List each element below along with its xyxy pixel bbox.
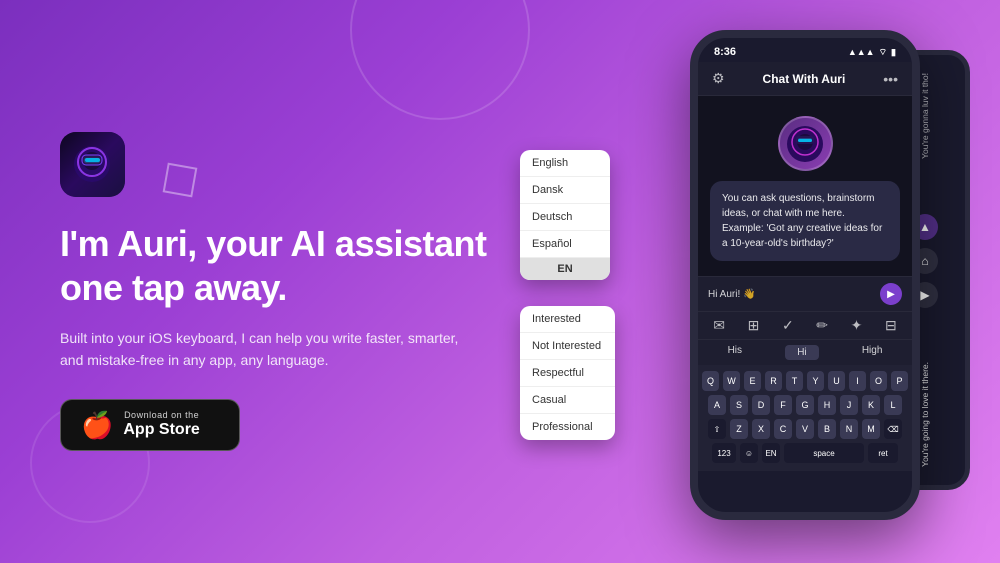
kb-A[interactable]: A bbox=[708, 395, 726, 415]
lang-dansk[interactable]: Dansk bbox=[520, 177, 610, 204]
word-suggestions: His Hi High bbox=[698, 339, 912, 365]
kb-U[interactable]: U bbox=[828, 371, 845, 391]
status-bar: 8:36 ▲▲▲ ⌔ ▮ bbox=[698, 38, 912, 62]
phone-main: 8:36 ▲▲▲ ⌔ ▮ ⚙ Chat With Auri ••• bbox=[690, 30, 920, 520]
kb-M[interactable]: M bbox=[862, 419, 880, 439]
kb-J[interactable]: J bbox=[840, 395, 858, 415]
kb-space[interactable]: space bbox=[784, 443, 864, 463]
chat-area: You can ask questions, brainstorm ideas,… bbox=[698, 96, 912, 276]
kb-EN[interactable]: EN bbox=[762, 443, 780, 463]
kb-row-4: 123 ☺ EN space ret bbox=[702, 443, 908, 463]
kb-N[interactable]: N bbox=[840, 419, 858, 439]
subtext: Built into your iOS keyboard, I can help… bbox=[60, 327, 460, 372]
tool-grid[interactable]: ⊟ bbox=[885, 317, 897, 334]
kb-H[interactable]: H bbox=[818, 395, 836, 415]
phone-header: ⚙ Chat With Auri ••• bbox=[698, 62, 912, 96]
app-store-text: Download on the App Store bbox=[123, 410, 199, 439]
kb-emoji[interactable]: ☺ bbox=[740, 443, 758, 463]
more-icon[interactable]: ••• bbox=[883, 71, 898, 87]
kb-shift[interactable]: ⇧ bbox=[708, 419, 726, 439]
kb-Z[interactable]: Z bbox=[730, 419, 748, 439]
kb-delete[interactable]: ⌫ bbox=[884, 419, 902, 439]
battery-icon: ▮ bbox=[891, 47, 896, 58]
tool-mail[interactable]: ✉ bbox=[713, 317, 725, 334]
app-icon-inner bbox=[60, 132, 125, 197]
tone-interested[interactable]: Interested bbox=[520, 306, 615, 333]
apple-icon: 🍎 bbox=[81, 412, 113, 438]
kb-T[interactable]: T bbox=[786, 371, 803, 391]
keyboard-tools: ✉ ⊞ ✓ ✏ ✦ ⊟ bbox=[698, 311, 912, 339]
status-time: 8:36 bbox=[714, 46, 736, 58]
kb-row-1: Q W E R T Y U I O P bbox=[702, 371, 908, 391]
headline: I'm Auri, your AI assistantone tap away. bbox=[60, 222, 540, 308]
kb-L[interactable]: L bbox=[884, 395, 902, 415]
kb-return[interactable]: ret bbox=[868, 443, 898, 463]
wifi-icon: ⌔ bbox=[879, 47, 887, 58]
lang-card: English Dansk Deutsch Español EN bbox=[520, 150, 610, 280]
kb-X[interactable]: X bbox=[752, 419, 770, 439]
lang-deutsch[interactable]: Deutsch bbox=[520, 204, 610, 231]
tone-card: Interested Not Interested Respectful Cas… bbox=[520, 306, 615, 440]
chat-bubble: You can ask questions, brainstorm ideas,… bbox=[710, 181, 900, 261]
suggestion-1[interactable]: His bbox=[728, 345, 742, 360]
signal-icon: ▲▲▲ bbox=[848, 47, 875, 57]
phone-area: You're gonna luv it tho! ▲ ⌂ ▶ You're go… bbox=[520, 20, 980, 550]
lang-english[interactable]: English bbox=[520, 150, 610, 177]
tone-professional[interactable]: Professional bbox=[520, 414, 615, 440]
kb-I[interactable]: I bbox=[849, 371, 866, 391]
kb-G[interactable]: G bbox=[796, 395, 814, 415]
tool-image[interactable]: ⊞ bbox=[748, 317, 760, 334]
kb-K[interactable]: K bbox=[862, 395, 880, 415]
tool-edit[interactable]: ✏ bbox=[816, 317, 828, 334]
chat-avatar bbox=[778, 116, 833, 171]
left-section: I'm Auri, your AI assistantone tap away.… bbox=[60, 0, 540, 563]
kb-E[interactable]: E bbox=[744, 371, 761, 391]
kb-W[interactable]: W bbox=[723, 371, 740, 391]
app-store-button[interactable]: 🍎 Download on the App Store bbox=[60, 399, 240, 450]
kb-S[interactable]: S bbox=[730, 395, 748, 415]
tone-respectful[interactable]: Respectful bbox=[520, 360, 615, 387]
chat-title: Chat With Auri bbox=[763, 72, 846, 86]
tool-stars[interactable]: ✦ bbox=[851, 317, 863, 334]
kb-row-3: ⇧ Z X C V B N M ⌫ bbox=[702, 419, 908, 439]
settings-icon[interactable]: ⚙ bbox=[712, 70, 725, 87]
kb-D[interactable]: D bbox=[752, 395, 770, 415]
suggestion-3[interactable]: High bbox=[862, 345, 883, 360]
tone-casual[interactable]: Casual bbox=[520, 387, 615, 414]
suggestion-2-active[interactable]: Hi bbox=[785, 345, 818, 360]
kb-Y[interactable]: Y bbox=[807, 371, 824, 391]
kb-F[interactable]: F bbox=[774, 395, 792, 415]
kb-123[interactable]: 123 bbox=[712, 443, 736, 463]
kb-O[interactable]: O bbox=[870, 371, 887, 391]
send-button[interactable]: ▶ bbox=[880, 283, 902, 305]
keyboard: Q W E R T Y U I O P A S D F G H J K L bbox=[698, 365, 912, 471]
kb-Q[interactable]: Q bbox=[702, 371, 719, 391]
kb-row-2: A S D F G H J K L bbox=[702, 395, 908, 415]
avatar-svg bbox=[785, 124, 825, 164]
chat-input-bar[interactable]: Hi Auri! 👋 ▶ bbox=[698, 276, 912, 311]
kb-P[interactable]: P bbox=[891, 371, 908, 391]
download-label: Download on the bbox=[123, 410, 199, 420]
tone-not-interested[interactable]: Not Interested bbox=[520, 333, 615, 360]
lang-en-badge[interactable]: EN bbox=[520, 258, 610, 280]
app-icon-row bbox=[60, 132, 540, 197]
chat-input-text: Hi Auri! 👋 bbox=[708, 289, 755, 300]
kb-V[interactable]: V bbox=[796, 419, 814, 439]
app-icon bbox=[60, 132, 125, 197]
app-icon-svg bbox=[70, 142, 115, 187]
kb-R[interactable]: R bbox=[765, 371, 782, 391]
tool-check[interactable]: ✓ bbox=[782, 317, 794, 334]
kb-B[interactable]: B bbox=[818, 419, 836, 439]
status-icons: ▲▲▲ ⌔ ▮ bbox=[848, 47, 896, 58]
app-store-label: App Store bbox=[123, 420, 199, 439]
lang-espanol[interactable]: Español bbox=[520, 231, 610, 258]
kb-C[interactable]: C bbox=[774, 419, 792, 439]
